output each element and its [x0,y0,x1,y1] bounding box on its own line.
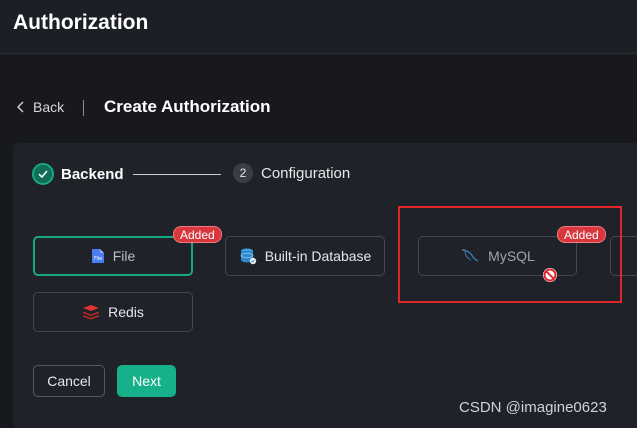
create-authorization-title: Create Authorization [104,97,271,116]
page-title: Authorization [13,11,149,34]
step-backend: Backend [32,163,124,185]
back-label: Back [33,99,65,115]
svg-text:File: File [94,256,102,262]
backend-card-label: File [112,248,136,264]
watermark: CSDN @imagine0623 [459,399,607,416]
backend-card-file[interactable]: File File [33,236,193,276]
step-configuration-label: Configuration [261,164,351,182]
annotation-highlight-box [398,206,622,303]
backend-card-label: Redis [108,304,144,320]
chevron-left-icon [17,101,24,113]
step-number: 2 [233,163,253,183]
top-bar: Authorization [0,0,637,54]
backend-card-label: Built-in Database [264,248,372,264]
step-connector [133,174,221,175]
redis-icon [82,304,100,320]
cancel-button[interactable]: Cancel [33,365,105,397]
backend-card-redis[interactable]: Redis [33,292,193,332]
next-button[interactable]: Next [117,365,176,397]
file-icon: File [91,248,105,264]
back-link[interactable]: Back [14,99,64,115]
database-icon [239,247,257,265]
step-backend-label: Backend [61,165,124,183]
backend-card-built-in-database[interactable]: Built-in Database [225,236,385,276]
check-icon [32,163,54,185]
title-divider [83,100,84,116]
step-configuration: 2 Configuration [233,163,350,183]
added-badge: Added [173,226,222,243]
